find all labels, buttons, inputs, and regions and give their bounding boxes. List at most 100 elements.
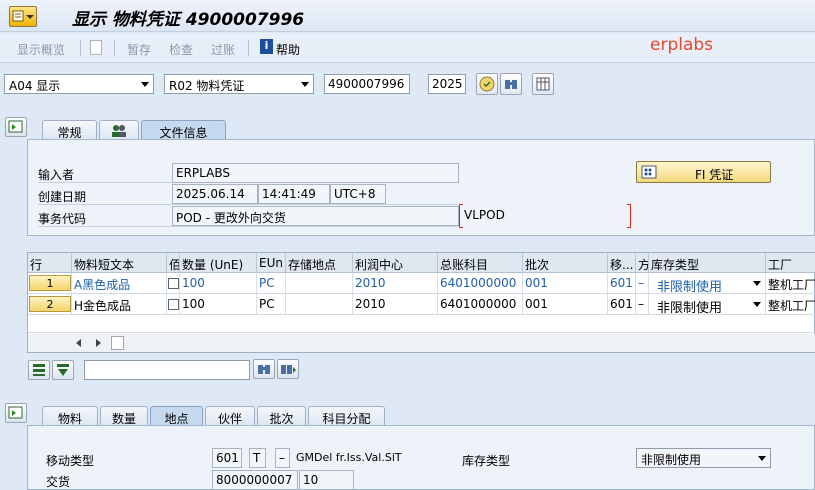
divider bbox=[38, 204, 458, 205]
batch-cell[interactable]: 001 bbox=[523, 273, 608, 294]
tab-batch[interactable]: 批次 bbox=[257, 406, 306, 426]
plant-cell[interactable]: 整机工厂 bbox=[766, 273, 815, 294]
movement-type-description: GMDel fr.Iss.Val.SiT bbox=[296, 451, 402, 464]
col-header-line[interactable]: 行 bbox=[28, 253, 72, 273]
stock-type-value: 非限制使用 bbox=[657, 301, 723, 315]
tab-partner[interactable]: 伙伴 bbox=[205, 406, 255, 426]
document-icon[interactable] bbox=[90, 40, 102, 55]
direction-cell[interactable]: – bbox=[636, 273, 649, 294]
divider bbox=[38, 226, 458, 227]
flag-cell[interactable] bbox=[167, 294, 180, 315]
sloc-cell[interactable] bbox=[286, 294, 353, 315]
created-on-label: 创建日期 bbox=[38, 190, 87, 204]
scroll-right-icon[interactable] bbox=[96, 339, 101, 347]
select-all-icon[interactable] bbox=[28, 360, 50, 380]
line-cell[interactable]: 1 bbox=[28, 273, 72, 294]
execute-icon[interactable] bbox=[476, 73, 498, 95]
find-icon[interactable] bbox=[253, 359, 275, 379]
tab-account-assignment[interactable]: 科目分配 bbox=[308, 406, 385, 426]
delivery-field: 8000000007 bbox=[212, 470, 298, 490]
tab-doc-info[interactable]: 文件信息 bbox=[141, 120, 226, 140]
table-row[interactable]: 2 H金色成品 100 PC 2010 6401000000 001 601 –… bbox=[28, 294, 815, 315]
col-header-profit[interactable]: 利润中心 bbox=[353, 253, 438, 273]
profit-center-cell[interactable]: 2010 bbox=[353, 273, 438, 294]
gl-account-cell[interactable]: 6401000000 bbox=[438, 273, 523, 294]
title-bar: 显示 物料凭证 4900007996 bbox=[0, 0, 815, 32]
hold-button[interactable]: 暂存 bbox=[127, 41, 151, 58]
table-row[interactable]: 1 A黑色成品 100 PC 2010 6401000000 001 601 –… bbox=[28, 273, 815, 294]
col-header-qty[interactable]: 数量 (UnE) bbox=[180, 253, 257, 273]
profit-center-cell[interactable]: 2010 bbox=[353, 294, 438, 315]
chevron-down-icon bbox=[758, 456, 766, 461]
unit-cell[interactable]: PC bbox=[257, 294, 286, 315]
col-header-gl[interactable]: 总账科目 bbox=[438, 253, 523, 273]
col-header-plant[interactable]: 工厂 bbox=[766, 253, 815, 273]
col-header-sloc[interactable]: 存储地点 bbox=[286, 253, 353, 273]
sloc-cell[interactable] bbox=[286, 273, 353, 294]
flag-cell[interactable] bbox=[167, 273, 180, 294]
material-text-cell[interactable]: H金色成品 bbox=[72, 294, 167, 315]
action-select[interactable]: A04 显示 bbox=[4, 74, 154, 94]
unit-cell[interactable]: PC bbox=[257, 273, 286, 294]
binoculars-icon[interactable] bbox=[500, 73, 522, 95]
table-header: 行 物料短文本 佰 数量 (UnE) EUn 存储地点 利润中心 总账科目 批次… bbox=[28, 253, 815, 273]
stock-type-cell[interactable]: 非限制使用 bbox=[649, 273, 766, 294]
find-next-icon[interactable] bbox=[277, 359, 299, 379]
entered-by-label: 输入者 bbox=[38, 168, 75, 182]
scroll-left-icon[interactable] bbox=[76, 339, 81, 347]
tab-partners[interactable] bbox=[99, 120, 139, 140]
grid-icon[interactable] bbox=[532, 73, 554, 95]
gl-account-cell[interactable]: 6401000000 bbox=[438, 294, 523, 315]
plant-cell[interactable]: 整机工厂 bbox=[766, 294, 815, 315]
col-header-batch[interactable]: 批次 bbox=[523, 253, 608, 273]
bracket-left bbox=[459, 204, 463, 228]
tab-general[interactable]: 常规 bbox=[42, 120, 97, 140]
overview-button[interactable]: 显示概览 bbox=[17, 41, 65, 58]
chevron-down-icon bbox=[753, 281, 761, 286]
col-header-flag[interactable]: 佰 bbox=[167, 253, 180, 273]
col-header-mvt[interactable]: 移... bbox=[608, 253, 636, 273]
item-checkbox[interactable] bbox=[168, 299, 179, 310]
check-button[interactable]: 检查 bbox=[169, 41, 193, 58]
grid-search-input[interactable] bbox=[84, 360, 250, 380]
quantity-cell[interactable]: 100 bbox=[180, 294, 257, 315]
deselect-all-icon[interactable] bbox=[52, 360, 74, 380]
stock-type-cell[interactable]: 非限制使用 bbox=[649, 294, 766, 315]
post-button[interactable]: 过账 bbox=[211, 41, 235, 58]
col-header-eun[interactable]: EUn bbox=[257, 253, 286, 273]
col-header-text[interactable]: 物料短文本 bbox=[72, 253, 167, 273]
document-number-field[interactable]: 4900007996 bbox=[324, 74, 410, 94]
toggle-header-icon[interactable] bbox=[5, 117, 27, 137]
row-number-button[interactable]: 2 bbox=[29, 296, 71, 312]
movement-type-cell[interactable]: 601 bbox=[608, 294, 636, 315]
transaction-extra-field[interactable]: VLPOD bbox=[459, 204, 631, 228]
system-menu-icon[interactable] bbox=[9, 6, 37, 27]
window-title: 显示 物料凭证 4900007996 bbox=[72, 10, 305, 30]
stock-type-select[interactable]: 非限制使用 bbox=[636, 448, 771, 468]
line-cell[interactable]: 2 bbox=[28, 294, 72, 315]
help-button[interactable]: 帮助 bbox=[276, 41, 300, 58]
quantity-cell[interactable]: 100 bbox=[180, 273, 257, 294]
transaction-code-field: POD - 更改外向交货 bbox=[172, 206, 459, 226]
creation-date-field: 2025.06.14 bbox=[172, 184, 258, 204]
batch-cell[interactable]: 001 bbox=[523, 294, 608, 315]
movement-type-cell[interactable]: 601 bbox=[608, 273, 636, 294]
row-number-button[interactable]: 1 bbox=[29, 275, 71, 291]
scroll-thumb[interactable] bbox=[111, 336, 124, 350]
movement-type-field: 601 bbox=[212, 448, 242, 468]
col-header-dir[interactable]: 方 bbox=[636, 253, 649, 273]
material-text-cell[interactable]: A黑色成品 bbox=[72, 273, 167, 294]
year-field[interactable]: 2025 bbox=[428, 74, 466, 94]
toggle-detail-icon[interactable] bbox=[5, 403, 27, 423]
direction-cell[interactable]: – bbox=[636, 294, 649, 315]
fi-document-button[interactable]: FI 凭证 bbox=[636, 161, 771, 183]
horizontal-scrollbar[interactable] bbox=[28, 334, 815, 352]
col-header-stock[interactable]: 库存类型 bbox=[649, 253, 766, 273]
info-icon: i bbox=[260, 39, 273, 54]
tab-location[interactable]: 地点 bbox=[150, 406, 203, 426]
reference-select[interactable]: R02 物料凭证 bbox=[164, 74, 314, 94]
item-checkbox[interactable] bbox=[168, 278, 179, 289]
tab-quantity[interactable]: 数量 bbox=[100, 406, 148, 426]
tab-material[interactable]: 物料 bbox=[42, 406, 98, 426]
table-row-empty bbox=[28, 315, 815, 333]
